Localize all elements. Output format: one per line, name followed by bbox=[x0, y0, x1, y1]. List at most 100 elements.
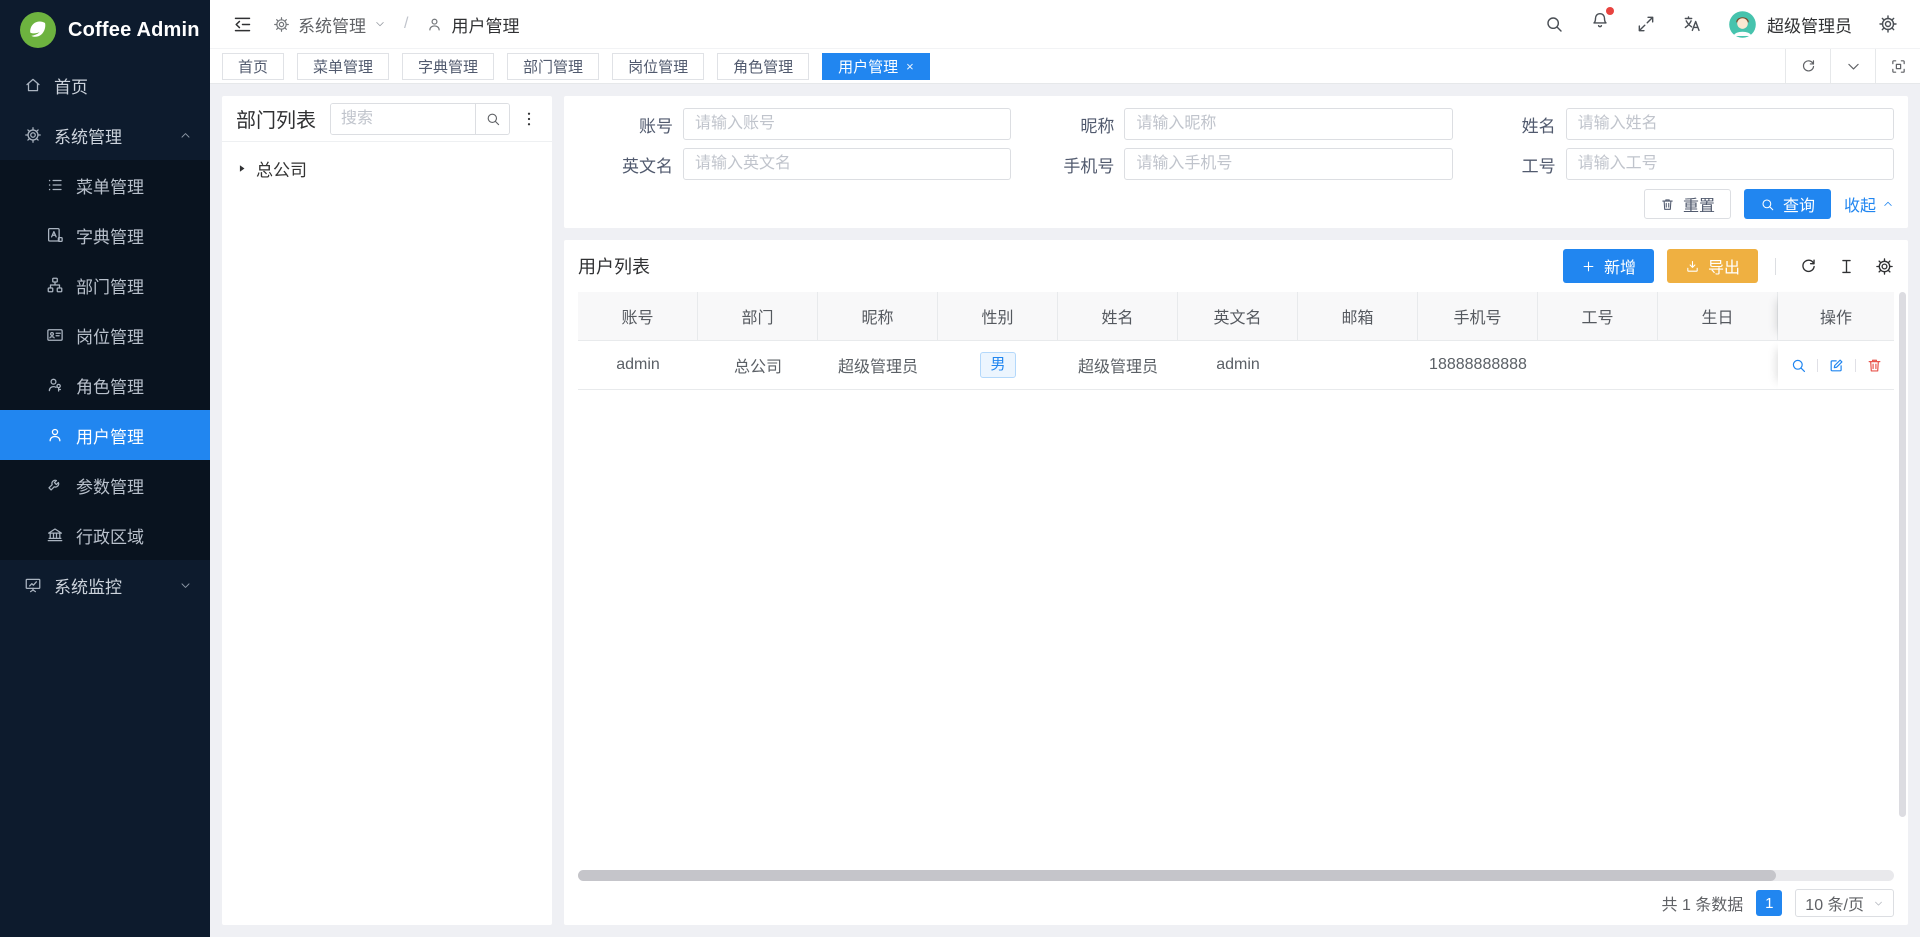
fullscreen-icon[interactable] bbox=[1636, 14, 1656, 34]
cell-job-number bbox=[1538, 341, 1658, 389]
line-height-icon[interactable] bbox=[1837, 257, 1856, 276]
column-header-nickname[interactable]: 昵称 bbox=[818, 292, 938, 340]
sidebar-item-administrative-region[interactable]: 行政区域 bbox=[0, 510, 210, 560]
trash-icon[interactable] bbox=[1866, 357, 1883, 374]
sidebar-item-parameter-management[interactable]: 参数管理 bbox=[0, 460, 210, 510]
column-header-birthday[interactable]: 生日 bbox=[1658, 292, 1778, 340]
tree-item-head-office[interactable]: 总公司 bbox=[236, 150, 538, 186]
tab-menu-management[interactable]: 菜单管理 bbox=[297, 53, 389, 80]
page-size-value: 10 条/页 bbox=[1805, 891, 1864, 915]
sidebar-item-user-management[interactable]: 用户管理 bbox=[0, 410, 210, 460]
download-icon bbox=[1685, 259, 1700, 274]
right-column: 账号 昵称 姓名 英文名 bbox=[564, 96, 1908, 925]
tab-post-management[interactable]: 岗位管理 bbox=[612, 53, 704, 80]
sidebar-item-label: 字典管理 bbox=[76, 223, 144, 248]
sidebar-item-menu-management[interactable]: 菜单管理 bbox=[0, 160, 210, 210]
department-tree: 总公司 bbox=[222, 142, 552, 194]
breadcrumb-item[interactable]: 系统管理 bbox=[298, 12, 366, 37]
column-header-job-number[interactable]: 工号 bbox=[1538, 292, 1658, 340]
cell-nickname: 超级管理员 bbox=[818, 341, 938, 389]
view-icon[interactable] bbox=[1790, 357, 1807, 374]
nickname-input[interactable] bbox=[1124, 108, 1452, 140]
column-header-phone[interactable]: 手机号 bbox=[1418, 292, 1538, 340]
horizontal-scrollbar-thumb[interactable] bbox=[578, 870, 1776, 881]
sidebar-item-home[interactable]: 首页 bbox=[0, 60, 210, 110]
column-header-english-name[interactable]: 英文名 bbox=[1178, 292, 1298, 340]
caret-right-icon[interactable] bbox=[236, 163, 247, 174]
tab-bar-actions bbox=[1785, 49, 1920, 83]
search-filter-card: 账号 昵称 姓名 英文名 bbox=[564, 96, 1908, 228]
phone-input[interactable] bbox=[1124, 148, 1452, 180]
department-search-input[interactable] bbox=[331, 104, 475, 134]
sidebar-item-role-management[interactable]: 角色管理 bbox=[0, 360, 210, 410]
gear-icon[interactable] bbox=[1878, 14, 1898, 34]
page-size-select[interactable]: 10 条/页 bbox=[1795, 889, 1894, 917]
table-toolbar: 新增 导出 bbox=[1563, 249, 1894, 283]
action-divider bbox=[1817, 359, 1818, 372]
tab-label: 角色管理 bbox=[733, 56, 793, 77]
sidebar-submenu: 菜单管理 字典管理 部门管理 岗位管理 角色管理 bbox=[0, 160, 210, 560]
notification-badge bbox=[1606, 7, 1614, 15]
table-empty-space bbox=[578, 390, 1894, 870]
chevron-down-icon[interactable] bbox=[1830, 49, 1875, 83]
sidebar-item-label: 部门管理 bbox=[76, 273, 144, 298]
notifications-button[interactable] bbox=[1590, 11, 1610, 37]
column-header-account[interactable]: 账号 bbox=[578, 292, 698, 340]
table-row[interactable]: admin 总公司 超级管理员 男 超级管理员 admin 1888888888… bbox=[578, 341, 1894, 390]
tab-close-icon[interactable]: × bbox=[906, 60, 914, 73]
sidebar-item-dictionary-management[interactable]: 字典管理 bbox=[0, 210, 210, 260]
tab-dictionary-management[interactable]: 字典管理 bbox=[402, 53, 494, 80]
sidebar-item-label: 用户管理 bbox=[76, 423, 144, 448]
export-button[interactable]: 导出 bbox=[1667, 249, 1758, 283]
app-logo[interactable]: Coffee Admin bbox=[0, 0, 210, 60]
sidebar-item-department-management[interactable]: 部门管理 bbox=[0, 260, 210, 310]
english-name-input[interactable] bbox=[683, 148, 1011, 180]
job-number-input[interactable] bbox=[1566, 148, 1894, 180]
user-menu[interactable]: 超级管理员 bbox=[1728, 10, 1852, 39]
add-user-button[interactable]: 新增 bbox=[1563, 249, 1654, 283]
reset-button[interactable]: 重置 bbox=[1644, 189, 1731, 219]
main-area: 系统管理 / 用户管理 超级管理员 bbox=[210, 0, 1920, 937]
sidebar-item-system-monitor[interactable]: 系统监控 bbox=[0, 560, 210, 610]
tab-label: 字典管理 bbox=[418, 56, 478, 77]
sidebar-item-post-management[interactable]: 岗位管理 bbox=[0, 310, 210, 360]
search-icon bbox=[1760, 197, 1775, 212]
gender-tag: 男 bbox=[980, 352, 1015, 378]
toolbar-divider bbox=[1775, 258, 1776, 275]
column-header-name[interactable]: 姓名 bbox=[1058, 292, 1178, 340]
menu-fold-icon[interactable] bbox=[232, 14, 253, 35]
name-input[interactable] bbox=[1566, 108, 1894, 140]
vertical-scrollbar[interactable] bbox=[1899, 292, 1906, 817]
maximize-icon[interactable] bbox=[1875, 49, 1920, 83]
kebab-menu-icon[interactable] bbox=[520, 110, 538, 128]
field-phone: 手机号 bbox=[1019, 148, 1452, 180]
gear-icon bbox=[273, 16, 290, 33]
department-search bbox=[330, 103, 510, 135]
collapse-filters-link[interactable]: 收起 bbox=[1844, 192, 1894, 216]
org-tree-icon bbox=[46, 276, 64, 294]
sidebar-item-system-management[interactable]: 系统管理 bbox=[0, 110, 210, 160]
refresh-icon[interactable] bbox=[1799, 257, 1818, 276]
page-content: 部门列表 总公司 bbox=[210, 84, 1920, 937]
tab-role-management[interactable]: 角色管理 bbox=[717, 53, 809, 80]
column-header-gender[interactable]: 性别 bbox=[938, 292, 1058, 340]
refresh-icon[interactable] bbox=[1785, 49, 1830, 83]
tab-department-management[interactable]: 部门管理 bbox=[507, 53, 599, 80]
column-header-department[interactable]: 部门 bbox=[698, 292, 818, 340]
search-button[interactable]: 查询 bbox=[1744, 189, 1831, 219]
sidebar-item-label: 角色管理 bbox=[76, 373, 144, 398]
field-nickname: 昵称 bbox=[1019, 108, 1452, 140]
page-number-button[interactable]: 1 bbox=[1756, 890, 1782, 916]
edit-icon[interactable] bbox=[1828, 357, 1845, 374]
tab-user-management[interactable]: 用户管理 × bbox=[822, 53, 930, 80]
translate-icon[interactable] bbox=[1682, 14, 1702, 34]
department-search-button[interactable] bbox=[475, 104, 509, 134]
gear-icon[interactable] bbox=[1875, 257, 1894, 276]
tab-label: 岗位管理 bbox=[628, 56, 688, 77]
tab-home[interactable]: 首页 bbox=[222, 53, 284, 80]
tab-label: 首页 bbox=[238, 56, 268, 77]
column-header-email[interactable]: 邮箱 bbox=[1298, 292, 1418, 340]
account-input[interactable] bbox=[683, 108, 1011, 140]
search-icon[interactable] bbox=[1544, 14, 1564, 34]
field-name: 姓名 bbox=[1461, 108, 1894, 140]
